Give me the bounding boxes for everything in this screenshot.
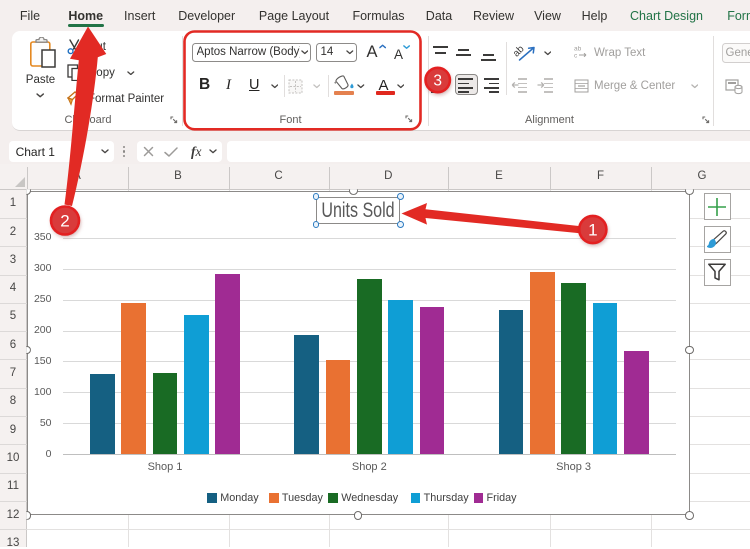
svg-text:1: 1: [588, 221, 597, 240]
svg-text:2: 2: [60, 212, 69, 231]
svg-text:3: 3: [433, 73, 442, 90]
